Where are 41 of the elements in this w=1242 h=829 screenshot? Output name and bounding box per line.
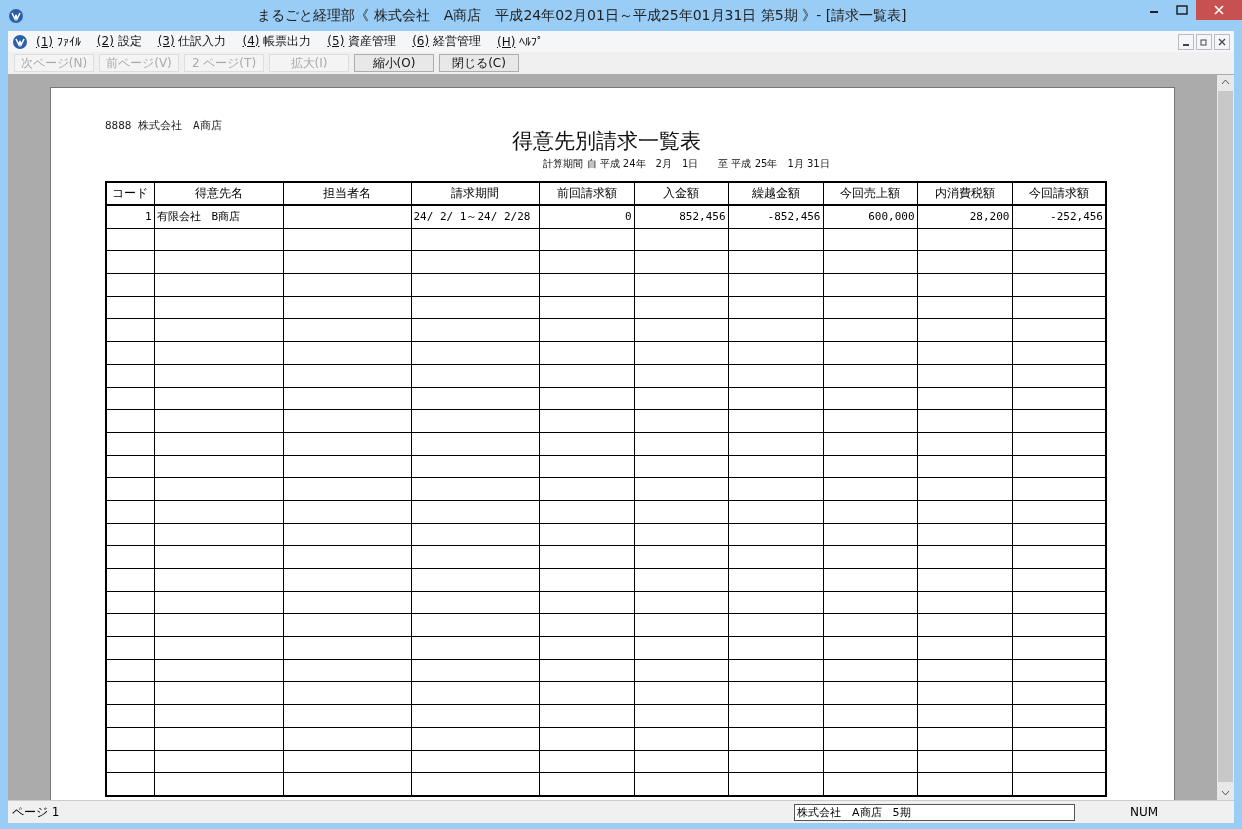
table-cell: 0 <box>539 205 634 229</box>
close-icon <box>1218 37 1226 46</box>
menu-item[interactable]: (1) ﾌｧｲﾙ <box>28 34 89 49</box>
table-cell: 28,200 <box>917 205 1012 229</box>
column-header: コード <box>106 182 154 205</box>
company-name: 8888 株式会社 A商店 <box>105 118 223 133</box>
menu-item[interactable]: (5) 資産管理 <box>319 33 405 50</box>
maximize-icon <box>1176 5 1188 15</box>
menu-item[interactable]: (6) 経営管理 <box>404 33 489 50</box>
column-header: 繰越金額 <box>728 182 823 205</box>
table-cell: -852,456 <box>728 205 823 229</box>
window-title: まるごと経理部《 株式会社 A商店 平成24年02月01日～平成25年01月31日 第5期 》- [請求一覧表] <box>256 6 908 25</box>
column-header: 内消費税額 <box>917 182 1012 205</box>
column-header: 担当者名 <box>283 182 411 205</box>
table-cell: 24/ 2/ 1～24/ 2/28 <box>411 205 539 229</box>
menu-item[interactable]: (4) 帳票出力 <box>234 33 320 50</box>
page-indicator: ページ 1 <box>12 803 60 821</box>
app-logo-icon <box>8 7 24 24</box>
minimize-button[interactable] <box>1178 33 1194 50</box>
menu-item[interactable]: (2) 設定 <box>88 33 150 50</box>
column-header: 前回請求額 <box>539 182 634 205</box>
table-cell: 1 <box>106 205 154 229</box>
table-cell: 852,456 <box>634 205 728 229</box>
close-button[interactable] <box>1214 33 1230 50</box>
toolbar-button[interactable]: 閉じる(C) <box>439 54 519 72</box>
column-header: 今回売上額 <box>823 182 917 205</box>
column-header: 請求期間 <box>411 182 539 205</box>
menu-item[interactable]: (3) 仕訳入力 <box>149 33 235 50</box>
num-lock-indicator: NUM <box>1130 805 1160 819</box>
restore-icon <box>1200 37 1208 46</box>
table-cell: 有限会社 B商店 <box>154 205 283 229</box>
report-title: 得意先別請求一覧表 <box>511 128 702 155</box>
status-company-field: 株式会社 A商店 5期 <box>794 803 1075 821</box>
toolbar-button[interactable]: 縮小(O) <box>354 54 434 72</box>
column-header: 入金額 <box>634 182 728 205</box>
column-header: 得意先名 <box>154 182 283 205</box>
table-cell: 600,000 <box>823 205 917 229</box>
report-period: 計算期間 自 平成 24年 2月 1日 至 平成 25年 1月 31日 <box>542 157 831 171</box>
menu-item[interactable]: (H) ﾍﾙﾌﾟ <box>488 34 552 49</box>
minimize-icon <box>1182 43 1190 46</box>
close-icon <box>1214 5 1224 15</box>
